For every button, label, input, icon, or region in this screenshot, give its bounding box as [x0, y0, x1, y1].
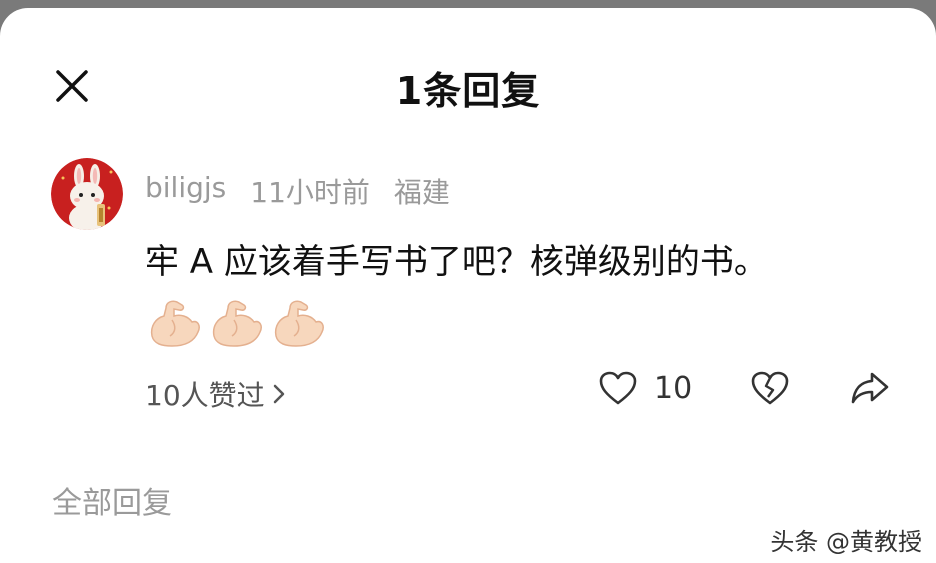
like-button[interactable]: 10	[598, 370, 750, 406]
dislike-button[interactable]	[750, 370, 790, 406]
section-title: 全部回复	[52, 486, 172, 521]
flexed-biceps-icon	[150, 300, 200, 347]
likes-summary: 10人赞过	[145, 379, 265, 412]
watermark: 头条 @黄教授	[770, 528, 922, 556]
broken-heart-icon	[751, 371, 789, 405]
chevron-right-icon	[273, 384, 284, 404]
like-count: 10	[654, 370, 693, 406]
comment-actions: 10	[598, 370, 890, 406]
heart-icon	[599, 371, 637, 405]
share-icon	[851, 372, 889, 404]
reply-sheet: 1条回复 biligjs 11小时前 福建 牢 A 应该着手写书了吧？核弹级别的…	[0, 8, 936, 563]
emoji-row	[146, 296, 326, 350]
timestamp: 11小时前	[250, 176, 370, 209]
comment-meta: biligjs 11小时前 福建	[145, 171, 450, 211]
username[interactable]: biligjs	[145, 171, 226, 211]
flexed-biceps-icon	[274, 300, 324, 347]
comment-text: 牢 A 应该着手写书了吧？核弹级别的书。	[145, 242, 768, 282]
rabbit-avatar-icon	[51, 158, 123, 230]
likes-summary-link[interactable]: 10人赞过	[145, 374, 287, 414]
location: 福建	[393, 176, 450, 209]
share-button[interactable]	[850, 370, 890, 406]
page-title: 1条回复	[395, 69, 541, 113]
flexed-biceps-icon	[212, 300, 262, 347]
avatar[interactable]	[51, 158, 123, 230]
